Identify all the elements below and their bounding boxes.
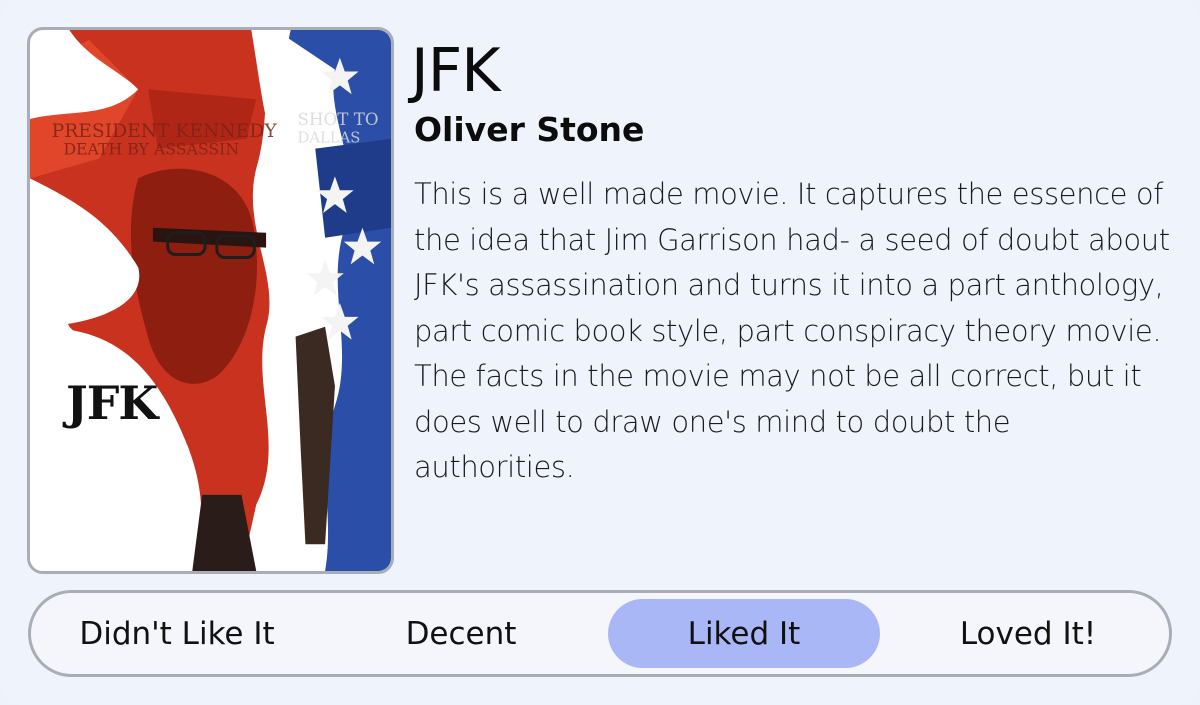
rating-option-loved[interactable]: Loved It!	[892, 599, 1164, 668]
poster-artwork: PRESIDENT KENNEDY DEATH BY ASSASSIN SHOT…	[30, 30, 391, 571]
movie-director: Oliver Stone	[414, 110, 645, 149]
rating-option-liked[interactable]: Liked It	[608, 599, 880, 668]
rating-option-decent[interactable]: Decent	[325, 599, 597, 668]
poster-title: JFK	[66, 376, 158, 430]
svg-text:DEATH BY ASSASSIN: DEATH BY ASSASSIN	[63, 140, 239, 159]
movie-poster: PRESIDENT KENNEDY DEATH BY ASSASSIN SHOT…	[27, 27, 394, 574]
rating-option-didnt-like[interactable]: Didn't Like It	[41, 599, 313, 668]
review-text: This is a well made movie. It captures t…	[414, 177, 1170, 484]
svg-text:DALLAS: DALLAS	[298, 130, 361, 147]
movie-title: JFK	[411, 36, 501, 106]
svg-text:SHOT TO: SHOT TO	[298, 109, 379, 129]
rating-selector: Didn't Like It Decent Liked It Loved It!	[28, 590, 1172, 677]
movie-review-card: PRESIDENT KENNEDY DEATH BY ASSASSIN SHOT…	[0, 0, 1200, 705]
